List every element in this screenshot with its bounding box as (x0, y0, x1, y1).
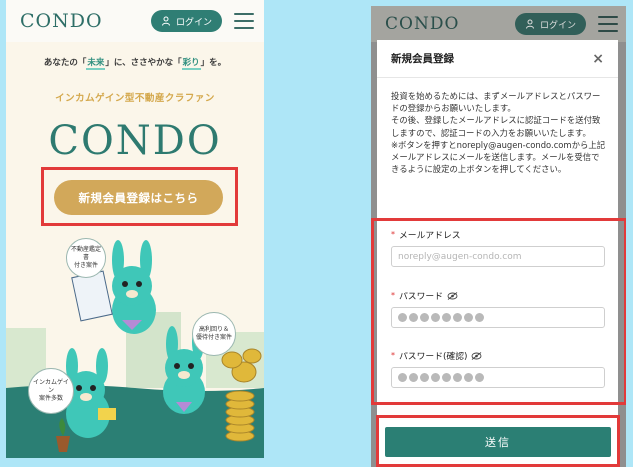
registration-header: CONDO ログイン (371, 6, 626, 42)
required-mark: * (391, 230, 395, 239)
brand-logo[interactable]: CONDO (20, 10, 103, 32)
submit-button[interactable]: 送信 (385, 427, 611, 457)
password-confirm-label-text: パスワード(確認) (399, 352, 468, 362)
brand-logo: CONDO (385, 14, 460, 34)
close-icon[interactable]: × (592, 51, 604, 67)
eye-off-icon[interactable] (447, 291, 458, 300)
login-button: ログイン (514, 13, 586, 35)
email-label: * メールアドレス (391, 228, 461, 241)
tagline-highlight-future: 未来 (86, 58, 106, 70)
login-label: ログイン (175, 17, 212, 28)
bubble-high-yield: 高利回り＆ 優待付き案件 (192, 312, 236, 356)
bubble-appraisal: 不動産鑑定書 付き案件 (66, 238, 106, 278)
tagline: あなたの「未来」に、ささやかな「彩り」を。 (6, 56, 264, 70)
required-mark: * (391, 351, 395, 360)
tagline-text: あなたの「 (43, 58, 87, 68)
login-button[interactable]: ログイン (150, 10, 222, 32)
menu-icon[interactable] (234, 13, 254, 29)
registration-phone: CONDO ログイン 新規会員登録 × 投資を始めるためには、まずメールアドレス… (371, 6, 626, 467)
email-label-text: メールアドレス (399, 231, 461, 241)
subtitle: インカムゲイン型不動産クラファン (55, 93, 215, 104)
password-label: * パスワード (391, 289, 458, 302)
password-confirm-mask (398, 373, 484, 382)
password-confirm-field[interactable] (391, 367, 605, 388)
menu-icon (598, 16, 618, 32)
comparison-screenshot: CONDO ログイン あなたの「未来」に、ささやかな「彩り」を。 インカムゲイン… (0, 0, 633, 467)
email-placeholder: noreply@augen-condo.com (398, 251, 522, 262)
password-field[interactable] (391, 307, 605, 328)
tagline-text: 」に、ささやかな「 (105, 58, 182, 68)
login-label: ログイン (539, 20, 576, 31)
eye-off-icon[interactable] (471, 351, 482, 360)
landing-page-phone: CONDO ログイン あなたの「未来」に、ささやかな「彩り」を。 インカムゲイン… (6, 0, 264, 458)
intro-text: 投資を始めるためには、まずメールアドレスとパスワードの登録からお願いいたします。… (391, 91, 606, 175)
password-label-text: パスワード (399, 292, 443, 302)
email-field[interactable]: noreply@augen-condo.com (391, 246, 605, 267)
required-mark: * (391, 291, 395, 300)
password-confirm-label: * パスワード(確認) (391, 349, 482, 362)
tagline-text: 」を。 (200, 58, 227, 68)
bubble-income-gain: インカムゲイン 案件多数 (28, 368, 74, 414)
user-icon (525, 19, 534, 29)
modal-header: 新規会員登録 × (377, 40, 618, 78)
user-icon (161, 16, 170, 26)
modal-intro: 投資を始めるためには、まずメールアドレスとパスワードの登録からお願いいたします。… (377, 78, 618, 175)
hero-logo: CONDO (48, 118, 222, 164)
tagline-highlight-color: 彩り (181, 58, 201, 70)
modal-title: 新規会員登録 (391, 53, 454, 65)
landing-header: CONDO ログイン (6, 0, 264, 42)
mascot-illustration: 不動産鑑定書 付き案件 高利回り＆ 優待付き案件 インカムゲイン 案件多数 (6, 232, 264, 458)
register-cta-button[interactable]: 新規会員登録はこちら (54, 180, 223, 215)
password-mask (398, 313, 484, 322)
